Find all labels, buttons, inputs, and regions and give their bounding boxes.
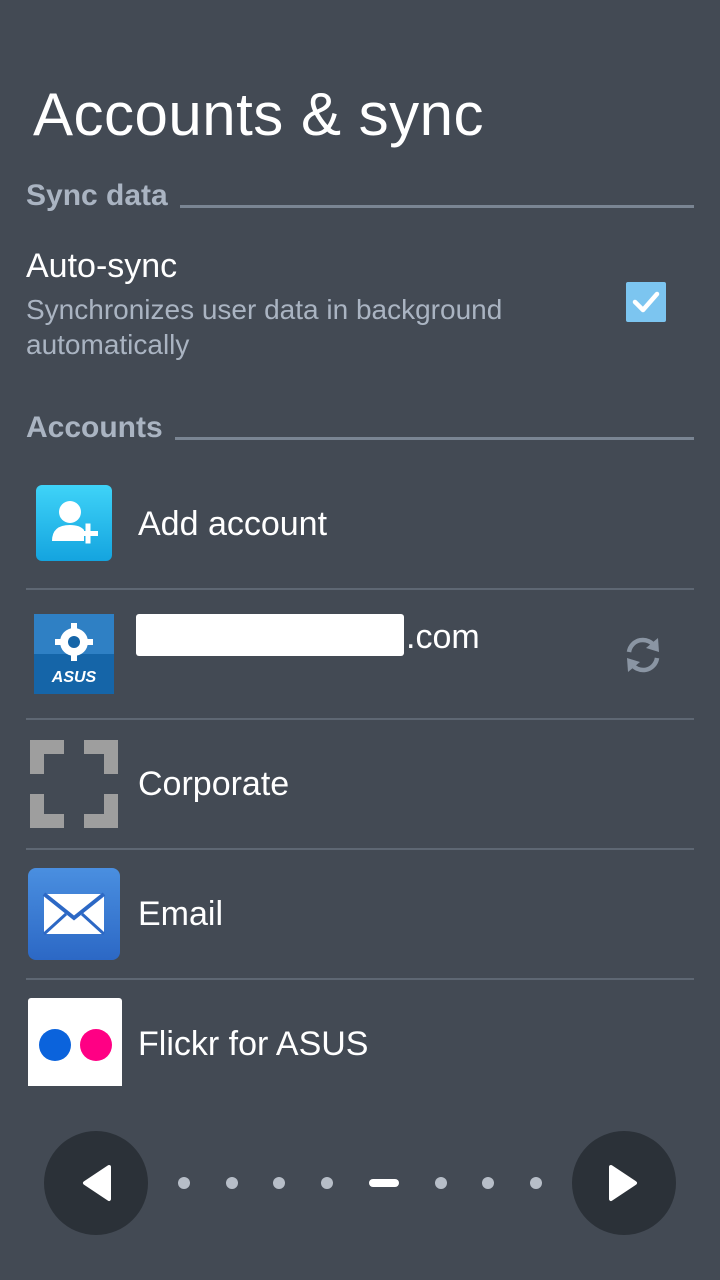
redacted-email-block <box>136 614 404 656</box>
account-row-add-account[interactable]: Add account <box>26 462 694 590</box>
accounts-divider <box>174 436 694 440</box>
previous-button[interactable] <box>44 1131 148 1235</box>
email-label: Email <box>138 895 224 933</box>
auto-sync-checkbox[interactable] <box>626 282 666 322</box>
auto-sync-title: Auto-sync <box>26 247 178 285</box>
flickr-label: Flickr for ASUS <box>138 1025 369 1063</box>
asus-account-label: .com <box>406 618 480 656</box>
auto-sync-setting[interactable]: Auto-sync Synchronizes user data in back… <box>26 240 606 362</box>
sync-icon[interactable] <box>622 634 664 676</box>
page-dot[interactable] <box>529 1177 542 1189</box>
sync-data-label: Sync data <box>26 179 168 212</box>
checkmark-icon <box>632 291 660 313</box>
email-icon <box>28 868 120 960</box>
right-arrow-icon <box>609 1165 637 1201</box>
page-dot[interactable] <box>434 1177 447 1189</box>
corporate-icon <box>30 740 118 828</box>
asus-icon: ASUS <box>34 614 114 694</box>
accounts-label: Accounts <box>26 411 163 444</box>
left-arrow-icon <box>83 1165 111 1201</box>
page-dot[interactable] <box>273 1177 286 1189</box>
page-dot-active[interactable] <box>368 1179 399 1187</box>
account-row-flickr[interactable]: Flickr for ASUS <box>26 980 694 1086</box>
svg-text:ASUS: ASUS <box>51 669 97 686</box>
flickr-icon <box>28 998 122 1086</box>
page-dot[interactable] <box>178 1177 190 1189</box>
next-button[interactable] <box>572 1131 676 1235</box>
auto-sync-summary-line1: Synchronizes user data in background <box>26 294 503 325</box>
page-dot[interactable] <box>482 1177 495 1189</box>
page-dot[interactable] <box>321 1177 334 1189</box>
sync-data-divider <box>179 204 694 208</box>
account-row-corporate[interactable]: Corporate <box>26 720 694 848</box>
page-dot[interactable] <box>225 1177 238 1189</box>
accounts-header: Accounts <box>26 410 694 446</box>
add-account-icon <box>36 485 112 561</box>
page-title: Accounts & sync <box>33 81 485 148</box>
account-row-email[interactable]: Email <box>26 850 694 978</box>
auto-sync-summary-line2: automatically <box>26 329 190 360</box>
corporate-label: Corporate <box>138 765 290 803</box>
page-indicator <box>178 1170 542 1196</box>
sync-data-header: Sync data <box>26 178 694 214</box>
add-account-label: Add account <box>138 505 328 543</box>
